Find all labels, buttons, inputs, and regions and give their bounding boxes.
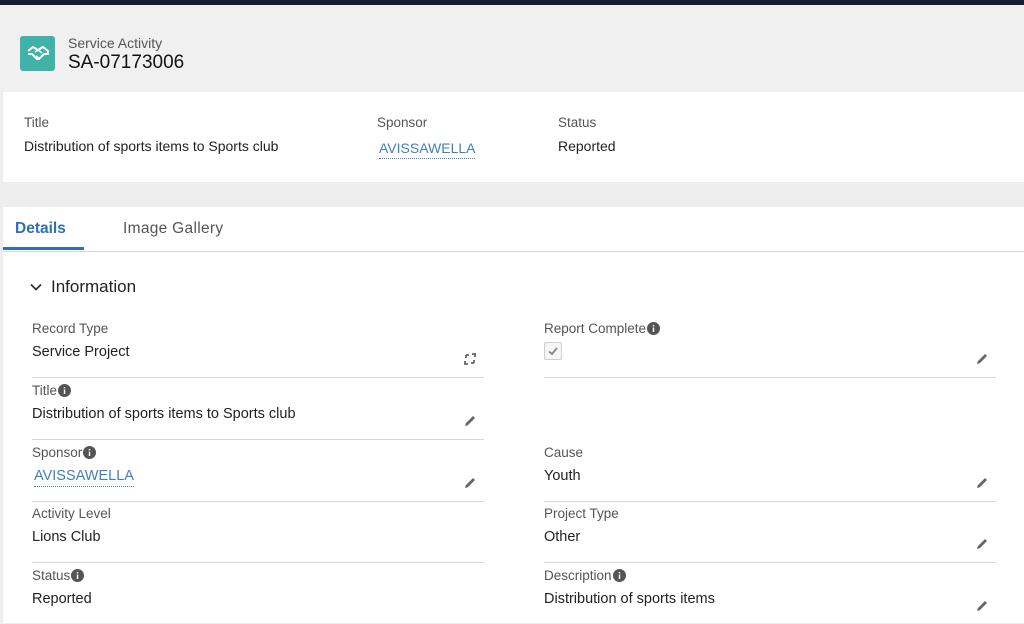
field-label: Report Complete	[544, 321, 647, 336]
edit-title-pencil-icon[interactable]	[462, 413, 478, 429]
highlight-title-label: Title	[24, 115, 50, 130]
record-name: SA-07173006	[68, 52, 185, 73]
field-description: Description Distribution of sports items	[544, 562, 996, 624]
report-complete-checkbox[interactable]	[544, 342, 562, 360]
change-record-type-icon[interactable]	[462, 351, 478, 367]
field-value: Other	[544, 529, 581, 545]
record-detail-panel: Details Image Gallery Information Record…	[3, 207, 1024, 623]
object-type-label: Service Activity	[68, 35, 163, 51]
section-information-toggle[interactable]: Information	[29, 277, 136, 297]
field-value: Distribution of sports items	[544, 591, 715, 607]
sponsor-link[interactable]: AVISSAWELLA	[34, 468, 134, 487]
field-label: Status	[32, 568, 71, 583]
field-status: Status Reported	[32, 562, 484, 624]
checkmark-icon	[548, 347, 558, 356]
field-report-complete: Report Complete	[544, 315, 996, 378]
info-icon[interactable]	[83, 446, 97, 459]
field-value: Lions Club	[32, 529, 101, 545]
record-header: Service Activity SA-07173006	[0, 5, 1024, 92]
field-record-type: Record Type Service Project	[32, 315, 484, 378]
field-value: Distribution of sports items to Sports c…	[32, 406, 296, 422]
field-label: Record Type	[32, 321, 109, 336]
edit-project-type-pencil-icon[interactable]	[974, 536, 990, 552]
field-label: Activity Level	[32, 506, 111, 521]
edit-report-complete-pencil-icon[interactable]	[974, 351, 990, 367]
tab-image-gallery[interactable]: Image Gallery	[123, 220, 223, 238]
field-cause: Cause Youth	[544, 439, 996, 502]
field-label: Description	[544, 568, 612, 583]
highlight-sponsor-label: Sponsor	[377, 115, 428, 130]
field-sponsor: Sponsor AVISSAWELLA	[32, 439, 484, 502]
field-activity-level: Activity Level Lions Club	[32, 500, 484, 563]
info-icon[interactable]	[612, 569, 626, 582]
active-tab-indicator	[3, 247, 84, 250]
field-label: Cause	[544, 445, 584, 460]
info-icon[interactable]	[71, 569, 85, 582]
field-value: Service Project	[32, 344, 130, 360]
field-project-type: Project Type Other	[544, 500, 996, 563]
handshake-icon	[20, 36, 55, 71]
field-label: Title	[32, 383, 58, 398]
highlight-title-value: Distribution of sports items to Sports c…	[24, 138, 279, 154]
field-label: Sponsor	[32, 445, 83, 460]
info-icon[interactable]	[58, 384, 72, 397]
tab-bar: Details Image Gallery	[3, 207, 1024, 252]
section-title: Information	[51, 277, 137, 296]
edit-description-pencil-icon[interactable]	[974, 598, 990, 614]
field-label: Project Type	[544, 506, 619, 521]
highlight-status-value: Reported	[558, 138, 616, 154]
highlight-sponsor-link[interactable]: AVISSAWELLA	[379, 140, 476, 159]
info-icon[interactable]	[647, 322, 661, 335]
edit-sponsor-pencil-icon[interactable]	[462, 475, 478, 491]
tab-details[interactable]: Details	[15, 220, 66, 238]
chevron-down-icon	[29, 280, 43, 294]
field-title: Title Distribution of sports items to Sp…	[32, 377, 484, 440]
highlights-panel: Title Distribution of sports items to Sp…	[3, 92, 1024, 182]
field-value: Youth	[544, 468, 581, 484]
highlight-status-label: Status	[558, 115, 597, 130]
field-value: Reported	[32, 591, 92, 607]
edit-cause-pencil-icon[interactable]	[974, 475, 990, 491]
